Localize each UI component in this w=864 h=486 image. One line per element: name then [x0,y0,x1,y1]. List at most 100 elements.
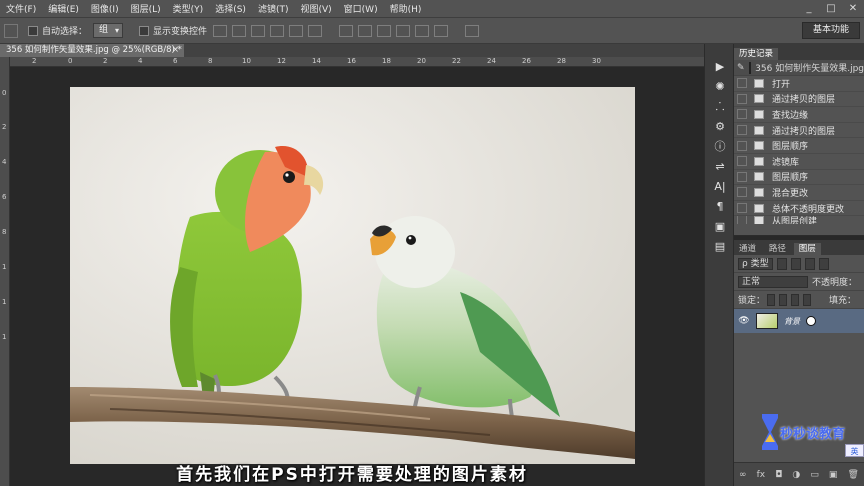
ruler-tick: 30 [592,57,601,65]
character-icon[interactable]: A| [705,176,735,196]
menu-type[interactable]: 类型(Y) [167,2,210,15]
lock-all-icon[interactable] [803,293,812,306]
tab-channels[interactable]: 通道 [734,243,761,255]
history-checkbox[interactable] [737,216,747,225]
history-item[interactable]: 打开 [734,76,864,92]
layer-style-icon[interactable]: fx [757,470,766,480]
ruler-tick: 24 [487,57,496,65]
history-item[interactable]: 通过拷贝的图层 [734,123,864,139]
layer-background[interactable]: 👁 背景 [734,309,864,333]
layer-filter-dropdown[interactable]: ρ 类型 [738,257,773,270]
auto-select-dropdown[interactable]: 组 [93,23,124,38]
distribute-right-icon[interactable] [434,24,449,37]
clone-source-icon[interactable]: ⚙ [705,116,735,136]
filter-adjust-icon[interactable] [790,257,801,270]
lock-pixels-icon[interactable] [779,293,788,306]
history-item[interactable]: 图层顺序 [734,170,864,186]
distribute-vcenter-icon[interactable] [358,24,373,37]
history-checkbox[interactable] [737,93,747,104]
tab-paths[interactable]: 路径 [764,243,791,255]
info-icon[interactable]: ⓘ [705,136,735,156]
align-right-icon[interactable] [308,24,323,37]
document-tab[interactable]: 356 如何制作矢量效果.jpg @ 25%(RGB/8) * × [0,44,184,57]
lock-transparent-icon[interactable] [767,293,776,306]
history-state-icon [754,216,764,225]
auto-align-icon[interactable] [465,24,480,37]
distribute-hcenter-icon[interactable] [415,24,430,37]
history-item[interactable]: 总体不透明度更改 [734,201,864,217]
new-group-icon[interactable]: ▭ [810,470,819,480]
document-tab-title: 356 如何制作矢量效果.jpg @ 25%(RGB/8) * [6,45,182,55]
menu-select[interactable]: 选择(S) [209,2,252,15]
menu-view[interactable]: 视图(V) [294,2,337,15]
history-checkbox[interactable] [737,109,747,120]
align-top-icon[interactable] [213,24,228,37]
new-layer-icon[interactable]: ▣ [829,470,838,480]
history-item[interactable]: 查找边缘 [734,107,864,123]
distribute-bottom-icon[interactable] [377,24,392,37]
history-item[interactable]: 从图层创建 [734,216,864,225]
styles-icon[interactable]: ▣ [705,216,735,236]
horizontal-ruler[interactable]: 2 0 2 4 6 8 10 12 14 16 18 20 22 24 26 2… [10,57,704,67]
history-checkbox[interactable] [737,171,747,182]
show-transform-label: 显示变换控件 [153,27,208,37]
menu-edit[interactable]: 编辑(E) [42,2,85,15]
align-hcenter-icon[interactable] [289,24,304,37]
history-item[interactable]: 图层顺序 [734,138,864,154]
ruler-tick: 20 [417,57,426,65]
brush-settings-icon[interactable]: ✺ [705,76,735,96]
close-document-icon[interactable]: × [172,44,179,57]
history-checkbox[interactable] [737,78,747,89]
menu-filter[interactable]: 滤镜(T) [252,2,295,15]
history-item[interactable]: 混合更改 [734,185,864,201]
history-checkbox[interactable] [737,140,747,151]
paragraph-icon[interactable]: ¶ [705,196,735,216]
adjustment-layer-icon[interactable]: ◑ [792,470,800,480]
minimize-button[interactable]: _ [798,0,820,18]
vertical-ruler[interactable]: 0 2 4 6 8 1 1 1 [0,57,10,486]
filter-type-icon[interactable] [804,257,815,270]
close-window-button[interactable]: ✕ [842,0,864,18]
workspace-button[interactable]: 基本功能 [802,22,860,39]
history-checkbox[interactable] [737,187,747,198]
play-icon[interactable]: ▶ [705,56,735,76]
align-vcenter-icon[interactable] [232,24,247,37]
menu-image[interactable]: 图像(I) [85,2,125,15]
ime-indicator[interactable]: 英 [845,444,864,457]
menu-help[interactable]: 帮助(H) [384,2,428,15]
history-state-icon [754,109,764,119]
menu-layer[interactable]: 图层(L) [125,2,167,15]
history-checkbox[interactable] [737,203,747,214]
link-layers-icon[interactable]: ∞ [739,470,747,480]
history-item[interactable]: 通过拷贝的图层 [734,92,864,108]
show-transform-checkbox[interactable] [139,25,150,36]
panel-icon-strip: ▶ ✺ ⸫ ⚙ ⓘ ⇌ A| ¶ ▣ ▤ [704,44,734,486]
align-bottom-icon[interactable] [251,24,266,37]
adjustments-icon[interactable]: ⇌ [705,156,735,176]
filter-shape-icon[interactable] [818,257,829,270]
tab-history[interactable]: 历史记录 [734,48,779,60]
filter-pixel-icon[interactable] [776,257,787,270]
maximize-button[interactable]: □ [820,0,842,18]
history-item[interactable]: 滤镜库 [734,154,864,170]
history-state-icon [754,156,764,166]
visibility-eye-icon[interactable]: 👁 [738,316,750,326]
align-left-icon[interactable] [270,24,285,37]
distribute-top-icon[interactable] [339,24,354,37]
distribute-left-icon[interactable] [396,24,411,37]
history-checkbox[interactable] [737,125,747,136]
add-mask-icon[interactable]: ◘ [775,470,782,480]
lock-position-icon[interactable] [791,293,800,306]
history-checkbox[interactable] [737,156,747,167]
menu-window[interactable]: 窗口(W) [338,2,384,15]
auto-select-checkbox[interactable] [28,25,38,36]
tool-presets-icon[interactable]: ⸫ [705,96,735,116]
document-image[interactable] [70,87,635,464]
tab-layers[interactable]: 图层 [793,243,821,255]
history-snapshot[interactable]: ✎ 356 如何制作矢量效果.jpg [734,60,864,76]
notes-icon[interactable]: ▤ [705,236,735,256]
menu-file[interactable]: 文件(F) [0,2,42,15]
blend-mode-dropdown[interactable]: 正常 [738,275,808,288]
delete-layer-icon[interactable]: 🗑 [848,470,859,480]
move-tool-preset-icon[interactable] [4,23,18,38]
